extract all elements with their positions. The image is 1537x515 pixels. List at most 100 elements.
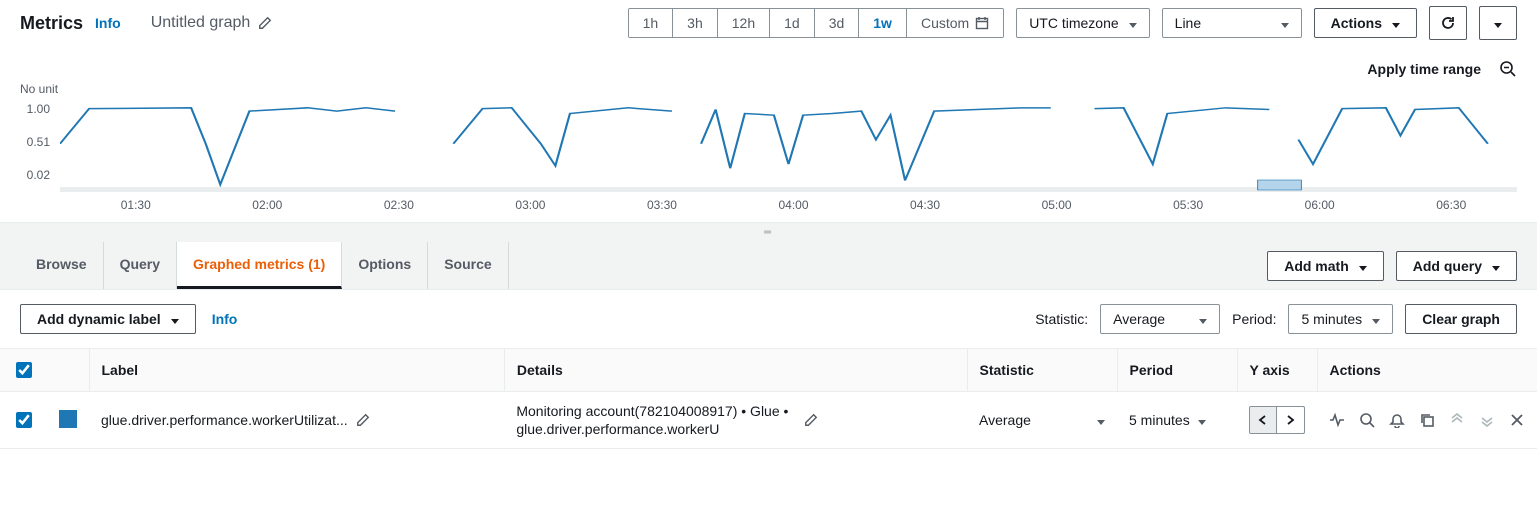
time-range-12h[interactable]: 12h — [717, 9, 769, 37]
chevron-down-icon — [171, 311, 179, 327]
info-link[interactable]: Info — [212, 311, 238, 327]
tab-browse[interactable]: Browse — [20, 242, 104, 289]
add-dynamic-label-text: Add dynamic label — [37, 311, 161, 327]
chart-y-unit: No unit — [20, 82, 1517, 96]
refresh-dropdown-button[interactable] — [1479, 6, 1517, 40]
panel-resize-handle[interactable]: ═ — [0, 222, 1537, 242]
x-tick: 03:00 — [465, 198, 597, 212]
time-range-3h[interactable]: 3h — [672, 9, 717, 37]
add-dynamic-label-button[interactable]: Add dynamic label — [20, 304, 196, 334]
tab-graphed-metrics-1-[interactable]: Graphed metrics (1) — [177, 242, 342, 289]
x-tick: 06:00 — [1254, 198, 1386, 212]
metrics-header-bar: Metrics Info Untitled graph 1h3h12h1d3d1… — [0, 0, 1537, 46]
x-tick: 06:30 — [1385, 198, 1517, 212]
row-statistic-value: Average — [979, 412, 1031, 428]
add-query-button[interactable]: Add query — [1396, 251, 1517, 281]
tab-options[interactable]: Options — [342, 242, 428, 289]
x-tick: 04:30 — [859, 198, 991, 212]
x-tick: 01:30 — [70, 198, 202, 212]
y-axis-right-button[interactable] — [1276, 407, 1302, 433]
chart-series-line — [453, 108, 672, 166]
calendar-icon — [975, 16, 989, 30]
pencil-icon[interactable] — [258, 16, 272, 30]
period-select[interactable]: 5 minutes — [1288, 304, 1393, 334]
metric-details: Monitoring account(782104008917) • Glue … — [516, 402, 796, 438]
chevron-down-icon — [1097, 412, 1105, 428]
time-range-1h[interactable]: 1h — [629, 9, 673, 37]
alarm-pulse-icon[interactable] — [1329, 412, 1345, 428]
chart-series-line — [1094, 108, 1269, 164]
row-period-select[interactable]: 5 minutes — [1129, 412, 1225, 428]
table-header-row: Label Details Statistic Period Y axis Ac… — [0, 349, 1537, 392]
y-tick: 0.02 — [20, 168, 50, 182]
th-actions: Actions — [1317, 349, 1537, 392]
statistic-label: Statistic: — [1035, 311, 1088, 327]
chart-series-line — [1298, 108, 1487, 164]
y-tick: 0.51 — [20, 135, 50, 149]
th-yaxis: Y axis — [1237, 349, 1317, 392]
row-statistic-select[interactable]: Average — [979, 412, 1105, 428]
graphed-metrics-controls: Add dynamic label Info Statistic: Averag… — [0, 290, 1537, 348]
y-axis-left-button[interactable] — [1250, 407, 1276, 433]
table-row: glue.driver.performance.workerUtilizat..… — [0, 392, 1537, 449]
x-tick: 03:30 — [596, 198, 728, 212]
x-tick: 04:00 — [728, 198, 860, 212]
graph-name[interactable]: Untitled graph — [151, 14, 273, 32]
row-period-value: 5 minutes — [1129, 412, 1190, 428]
chevron-down-icon — [1494, 15, 1502, 31]
statistic-select[interactable]: Average — [1100, 304, 1220, 334]
time-range-1d[interactable]: 1d — [769, 9, 814, 37]
refresh-button[interactable] — [1429, 6, 1467, 40]
chart-y-ticks: 1.00 0.51 0.02 — [20, 102, 60, 182]
info-link[interactable]: Info — [95, 15, 121, 31]
series-color-swatch[interactable] — [59, 410, 77, 428]
th-details: Details — [504, 349, 967, 392]
y-tick: 1.00 — [20, 102, 50, 116]
copy-icon[interactable] — [1419, 412, 1435, 428]
page-title: Metrics — [20, 13, 83, 34]
clear-graph-button[interactable]: Clear graph — [1405, 304, 1517, 334]
chevron-down-icon — [1281, 15, 1289, 31]
actions-button[interactable]: Actions — [1314, 8, 1417, 38]
chevron-down-icon — [1372, 311, 1380, 327]
add-query-label: Add query — [1413, 258, 1482, 274]
timezone-value: UTC timezone — [1029, 15, 1118, 31]
y-axis-toggle — [1249, 406, 1305, 434]
select-all-checkbox[interactable] — [16, 362, 32, 378]
chart-type-value: Line — [1175, 15, 1201, 31]
chart-selection-handle[interactable] — [1258, 180, 1302, 190]
chevron-down-icon — [1492, 258, 1500, 274]
close-icon[interactable] — [1509, 412, 1525, 428]
search-icon[interactable] — [1359, 412, 1375, 428]
chart-plot[interactable] — [60, 102, 1517, 192]
graphed-metrics-table: Label Details Statistic Period Y axis Ac… — [0, 348, 1537, 449]
tab-source[interactable]: Source — [428, 242, 508, 289]
time-range-1w[interactable]: 1w — [858, 9, 906, 37]
period-label: Period: — [1232, 311, 1276, 327]
chevron-down-icon — [1359, 258, 1367, 274]
chevron-down-icon — [1199, 311, 1207, 327]
row-checkbox[interactable] — [16, 412, 32, 428]
bell-icon[interactable] — [1389, 412, 1405, 428]
add-math-label: Add math — [1284, 258, 1349, 274]
time-range-3d[interactable]: 3d — [814, 9, 859, 37]
tab-query[interactable]: Query — [104, 242, 177, 289]
zoom-out-icon[interactable] — [1499, 60, 1517, 78]
pencil-icon[interactable] — [356, 413, 370, 427]
x-tick: 02:30 — [333, 198, 465, 212]
timezone-select[interactable]: UTC timezone — [1016, 8, 1149, 38]
chevron-down-icon — [1129, 15, 1137, 31]
th-label: Label — [89, 349, 504, 392]
pencil-icon[interactable] — [804, 413, 818, 427]
apply-time-range-link[interactable]: Apply time range — [1367, 61, 1481, 77]
time-range-custom[interactable]: Custom — [906, 9, 1003, 37]
chart-type-select[interactable]: Line — [1162, 8, 1302, 38]
x-tick: 05:00 — [991, 198, 1123, 212]
time-range-selector: 1h3h12h1d3d1wCustom — [628, 8, 1005, 38]
chart-series-line — [60, 108, 395, 185]
add-math-button[interactable]: Add math — [1267, 251, 1384, 281]
x-tick: 05:30 — [1122, 198, 1254, 212]
clear-graph-label: Clear graph — [1422, 311, 1500, 327]
graph-name-text: Untitled graph — [151, 14, 251, 32]
th-period: Period — [1117, 349, 1237, 392]
